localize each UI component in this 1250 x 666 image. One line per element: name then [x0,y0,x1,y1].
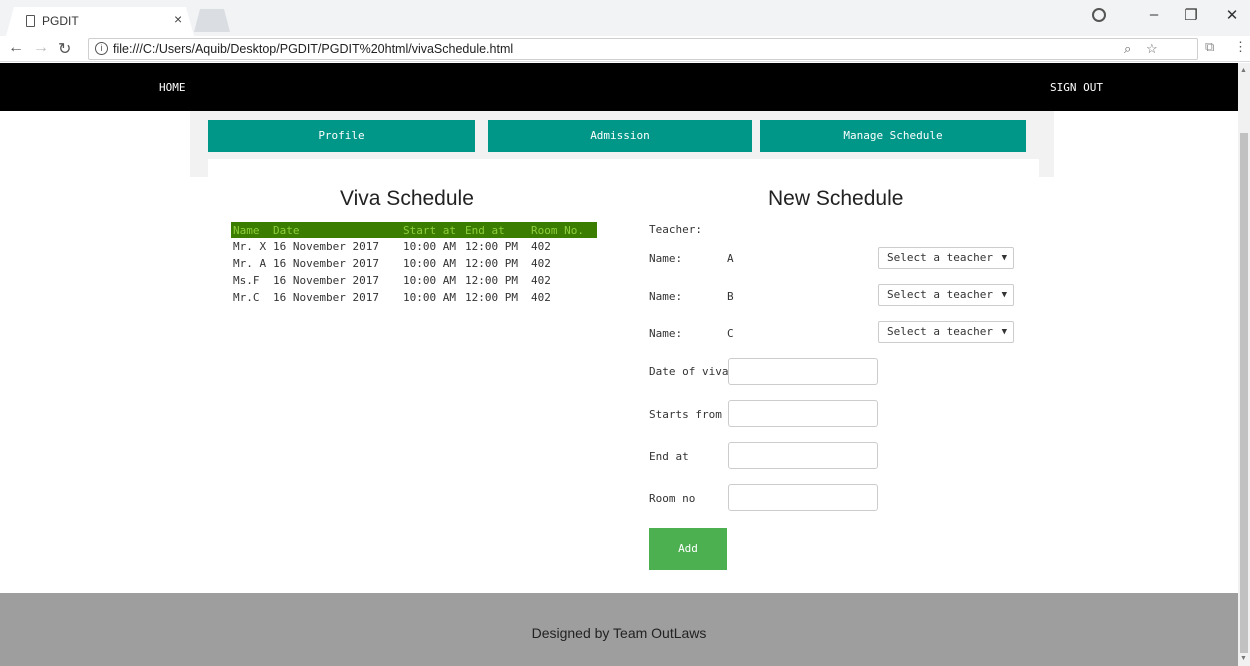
column-header-name: Name [231,222,271,238]
cell-room: 402 [531,274,551,287]
cell-name: Mr. A [233,257,267,270]
minimize-icon[interactable]: – [1144,6,1164,23]
teacher-name-label: Name: [649,290,683,303]
close-icon[interactable]: ✕ [1222,6,1242,24]
column-header-room: Room No. [529,222,597,238]
profile-button[interactable]: Profile [208,120,475,152]
top-navbar: HOME SIGN OUT [0,63,1238,111]
new-schedule-title: New Schedule [768,187,904,210]
profile-icon[interactable] [1092,8,1106,22]
scroll-down-icon[interactable]: ▼ [1240,655,1247,662]
cell-end: 12:00 PM [465,291,518,304]
address-bar-row: ← → ↻ i file:///C:/Users/Aquib/Desktop/P… [0,36,1250,62]
table-row: Mr.C 16 November 2017 10:00 AM 12:00 PM … [231,289,597,306]
column-header-date: Date [271,222,401,238]
forward-icon[interactable]: → [33,39,49,57]
column-header-start: Start at [401,222,463,238]
teacher-name-label: Name: [649,327,683,340]
tab-title: PGDIT [42,14,79,28]
cell-name: Ms.F [233,274,260,287]
sign-out-link[interactable]: SIGN OUT [1050,81,1103,94]
table-row: Mr. A 16 November 2017 10:00 AM 12:00 PM… [231,255,597,272]
teacher-select-b-value: Select a teacher [887,288,993,301]
url-text[interactable]: file:///C:/Users/Aquib/Desktop/PGDIT/PGD… [113,42,513,56]
cell-room: 402 [531,240,551,253]
scroll-up-icon[interactable]: ▲ [1240,67,1247,74]
table-header-row: Name Date Start at End at Room No. [231,222,597,238]
viva-schedule-table: Name Date Start at End at Room No. Mr. X… [231,222,597,306]
extension-icon[interactable]: ⧉ [1205,39,1214,55]
scroll-thumb[interactable] [1240,133,1248,653]
starts-from-input[interactable] [728,400,878,427]
chevron-down-icon: ▼ [1001,253,1007,263]
teacher-letter-c: C [727,327,734,340]
teacher-select-c-value: Select a teacher [887,325,993,338]
page-viewport: HOME SIGN OUT Profile Admission Manage S… [0,63,1238,666]
zoom-icon[interactable]: ⌕ [1124,41,1131,57]
cell-start: 10:00 AM [403,240,456,253]
menu-card: Profile Admission Manage Schedule [190,111,1054,177]
chevron-down-icon: ▼ [1001,290,1007,300]
home-link[interactable]: HOME [159,81,186,94]
cell-date: 16 November 2017 [273,240,379,253]
back-icon[interactable]: ← [8,39,24,57]
cell-start: 10:00 AM [403,274,456,287]
viva-schedule-title: Viva Schedule [340,187,474,210]
room-no-input[interactable] [728,484,878,511]
cell-end: 12:00 PM [465,274,518,287]
add-button[interactable]: Add [649,528,727,570]
date-of-viva-label: Date of viva [649,365,729,378]
cell-start: 10:00 AM [403,291,456,304]
column-header-end: End at [463,222,529,238]
teacher-select-c[interactable]: Select a teacher ▼ [878,321,1014,343]
new-tab-button[interactable] [194,9,230,32]
cell-name: Mr. X [233,240,267,253]
reload-icon[interactable]: ↻ [58,39,71,59]
browser-tab-strip: PGDIT × – ❐ ✕ [0,0,1250,36]
star-icon[interactable]: ☆ [1146,41,1158,57]
cell-room: 402 [531,257,551,270]
url-omnibox[interactable]: i file:///C:/Users/Aquib/Desktop/PGDIT/P… [88,38,1198,60]
teacher-name-label: Name: [649,252,683,265]
cell-name: Mr.C [233,291,260,304]
page-scrollbar[interactable]: ▲ ▼ [1238,63,1250,666]
teacher-select-a[interactable]: Select a teacher ▼ [878,247,1014,269]
restore-icon[interactable]: ❐ [1181,6,1201,24]
manage-schedule-button[interactable]: Manage Schedule [760,120,1026,152]
teacher-select-a-value: Select a teacher [887,251,993,264]
teacher-select-b[interactable]: Select a teacher ▼ [878,284,1014,306]
room-no-label: Room no [649,492,696,505]
date-of-viva-input[interactable] [728,358,878,385]
starts-from-label: Starts from [649,408,722,421]
cell-start: 10:00 AM [403,257,456,270]
end-at-input[interactable] [728,442,878,469]
cell-date: 16 November 2017 [273,291,379,304]
table-row: Mr. X 16 November 2017 10:00 AM 12:00 PM… [231,238,597,255]
cell-end: 12:00 PM [465,240,518,253]
browser-tab[interactable]: PGDIT × [6,7,194,36]
info-icon[interactable]: i [95,42,108,55]
cell-room: 402 [531,291,551,304]
teacher-letter-a: A [727,252,734,265]
admission-button[interactable]: Admission [488,120,752,152]
menu-card-inner [208,159,1039,177]
cell-date: 16 November 2017 [273,257,379,270]
cell-date: 16 November 2017 [273,274,379,287]
teacher-label: Teacher: [649,223,702,236]
table-row: Ms.F 16 November 2017 10:00 AM 12:00 PM … [231,272,597,289]
tab-close-icon[interactable]: × [174,11,182,27]
end-at-label: End at [649,450,689,463]
page-icon [26,15,35,27]
chevron-down-icon: ▼ [1001,327,1007,337]
footer: Designed by Team OutLaws [0,593,1238,666]
footer-text: Designed by Team OutLaws [531,625,707,641]
cell-end: 12:00 PM [465,257,518,270]
menu-icon[interactable]: ⋮ [1234,39,1247,55]
teacher-letter-b: B [727,290,734,303]
